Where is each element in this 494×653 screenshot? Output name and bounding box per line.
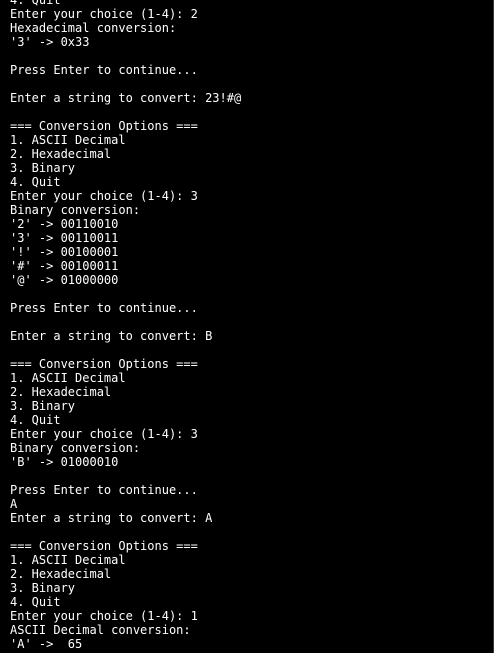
terminal-line: Binary conversion: xyxy=(10,203,141,217)
terminal-line: 3. Binary xyxy=(10,581,76,595)
terminal-line: 'B' -> 01000010 xyxy=(10,455,119,469)
terminal-line: 3. Binary xyxy=(10,161,76,175)
terminal-line: Enter your choice (1-4): 1 xyxy=(10,609,198,623)
terminal-line: 4. Quit xyxy=(10,175,61,189)
terminal-line: Enter your choice (1-4): 2 xyxy=(10,7,198,21)
terminal-line: Enter a string to convert: B xyxy=(10,329,213,343)
terminal-line: 4. Quit xyxy=(10,0,61,7)
terminal-line: Enter a string to convert: A xyxy=(10,511,213,525)
terminal-line: === Conversion Options === xyxy=(10,119,198,133)
terminal-line: Hexadecimal conversion: xyxy=(10,21,177,35)
terminal-line: === Conversion Options === xyxy=(10,539,198,553)
terminal-line: '2' -> 00110010 xyxy=(10,217,119,231)
terminal-line: Enter your choice (1-4): 3 xyxy=(10,427,198,441)
terminal-line: Enter a string to convert: 23!#@ xyxy=(10,91,242,105)
terminal-line: '@' -> 01000000 xyxy=(10,273,119,287)
terminal-output: 4. Quit Enter your choice (1-4): 2 Hexadec… xyxy=(10,0,489,651)
terminal-line: 2. Hexadecimal xyxy=(10,385,112,399)
terminal-line: ASCII Decimal conversion: xyxy=(10,623,191,637)
terminal-line: === Conversion Options === xyxy=(10,357,198,371)
terminal-line: 1. ASCII Decimal xyxy=(10,133,126,147)
terminal-line: Press Enter to continue... xyxy=(10,301,198,315)
terminal-line: 1. ASCII Decimal xyxy=(10,553,126,567)
terminal-line: 2. Hexadecimal xyxy=(10,567,112,581)
terminal-line: '#' -> 00100011 xyxy=(10,259,119,273)
terminal-line: 3. Binary xyxy=(10,399,76,413)
terminal-line: Enter your choice (1-4): 3 xyxy=(10,189,198,203)
terminal-line: 4. Quit xyxy=(10,413,61,427)
terminal-line: 1. ASCII Decimal xyxy=(10,371,126,385)
terminal-line: Binary conversion: xyxy=(10,441,141,455)
terminal-line: A xyxy=(10,497,18,511)
terminal-line: Press Enter to continue... xyxy=(10,63,198,77)
terminal-line: '3' -> 0x33 xyxy=(10,35,90,49)
terminal-line: '!' -> 00100001 xyxy=(10,245,119,259)
terminal-line: Press Enter to continue... xyxy=(10,483,198,497)
terminal-window[interactable]: 4. Quit Enter your choice (1-4): 2 Hexadec… xyxy=(0,0,494,653)
terminal-line: 2. Hexadecimal xyxy=(10,147,112,161)
terminal-line: 'A' -> 65 xyxy=(10,637,83,651)
terminal-line: '3' -> 00110011 xyxy=(10,231,119,245)
terminal-line: 4. Quit xyxy=(10,595,61,609)
